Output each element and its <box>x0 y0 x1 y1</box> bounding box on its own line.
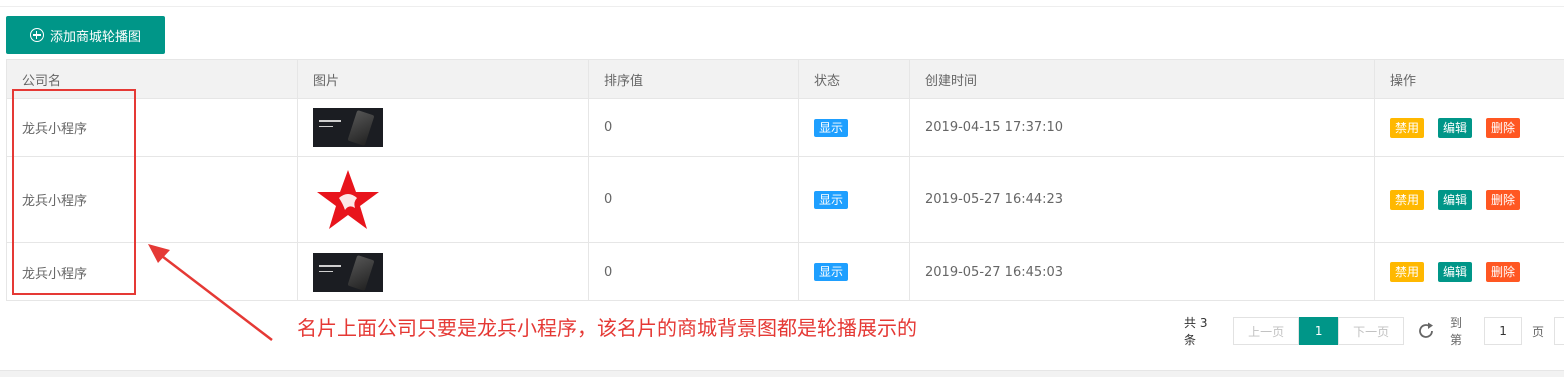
edit-button[interactable]: 编辑 <box>1438 189 1473 210</box>
refresh-icon[interactable] <box>1416 321 1436 341</box>
status-cell: 显示 <box>799 157 910 242</box>
table-header: 公司名 图片 排序值 状态 创建时间 操作 <box>7 60 1564 99</box>
annotation-arrow-icon <box>148 244 273 341</box>
created-cell: 2019-05-27 16:45:03 <box>910 243 1375 301</box>
pagination-total: 共 3 条 <box>1184 316 1208 347</box>
disable-button[interactable]: 禁用 <box>1390 262 1425 282</box>
delete-button[interactable]: 删除 <box>1486 189 1521 210</box>
actions-cell: 禁用 编辑 删除 <box>1375 157 1564 242</box>
status-badge: 显示 <box>814 190 849 209</box>
image-cell <box>298 243 589 301</box>
delete-button[interactable]: 删除 <box>1486 117 1521 138</box>
image-cell <box>298 99 589 156</box>
sort-cell: 0 <box>589 243 799 301</box>
image-cell <box>298 157 589 242</box>
actions-cell: 禁用 编辑 删除 <box>1375 99 1564 156</box>
edit-button[interactable]: 编辑 <box>1438 262 1473 282</box>
table-row: 龙兵小程序 0 显示 2019-05-27 16:44:23 禁用 编辑 删除 <box>7 157 1564 243</box>
next-page-button[interactable]: 下一页 <box>1338 317 1405 345</box>
current-page-button[interactable]: 1 <box>1299 317 1339 345</box>
status-badge: 显示 <box>814 118 849 137</box>
add-mall-banner-button[interactable]: 添加商城轮播图 <box>6 16 165 54</box>
header-sort: 排序值 <box>589 60 799 98</box>
created-cell: 2019-05-27 16:44:23 <box>910 157 1375 242</box>
page-unit-label: 页 <box>1532 324 1545 339</box>
page-number-input[interactable]: 1 <box>1484 317 1522 345</box>
add-mall-banner-label: 添加商城轮播图 <box>49 29 141 45</box>
annotation-note: 名片上面公司只要是龙兵小程序，该名片的商城背景图都是轮播展示的 <box>297 316 917 340</box>
highlight-box <box>12 89 136 295</box>
table-row: 龙兵小程序 0 显示 2019-04-15 17:37:10 禁用 编辑 删除 <box>7 99 1564 157</box>
disable-button[interactable]: 禁用 <box>1390 189 1425 210</box>
edit-button[interactable]: 编辑 <box>1438 117 1473 138</box>
banner-thumbnail[interactable] <box>313 167 383 233</box>
plus-circle-icon <box>29 28 44 42</box>
actions-cell: 禁用 编辑 删除 <box>1375 243 1564 301</box>
prev-page-button[interactable]: 上一页 <box>1233 317 1300 345</box>
top-divider <box>0 0 1564 7</box>
header-actions: 操作 <box>1390 73 1417 89</box>
sort-cell: 0 <box>589 99 799 156</box>
status-badge: 显示 <box>814 263 849 281</box>
delete-button[interactable]: 删除 <box>1486 262 1521 282</box>
header-image: 图片 <box>298 60 589 98</box>
header-status: 状态 <box>799 60 910 98</box>
goto-label: 到第 <box>1450 316 1463 347</box>
sort-cell: 0 <box>589 157 799 242</box>
status-cell: 显示 <box>799 99 910 156</box>
banner-thumbnail[interactable] <box>313 108 383 147</box>
pagination: 共 3 条 上一页 1 下一页 到第 1 页 <box>1184 316 1564 347</box>
confirm-button[interactable] <box>1554 317 1564 345</box>
header-created: 创建时间 <box>910 60 1375 98</box>
banner-thumbnail[interactable] <box>313 252 383 292</box>
status-cell: 显示 <box>799 243 910 301</box>
red-star-logo-icon <box>317 169 379 229</box>
disable-button[interactable]: 禁用 <box>1390 117 1425 138</box>
created-cell: 2019-04-15 17:37:10 <box>910 99 1375 156</box>
